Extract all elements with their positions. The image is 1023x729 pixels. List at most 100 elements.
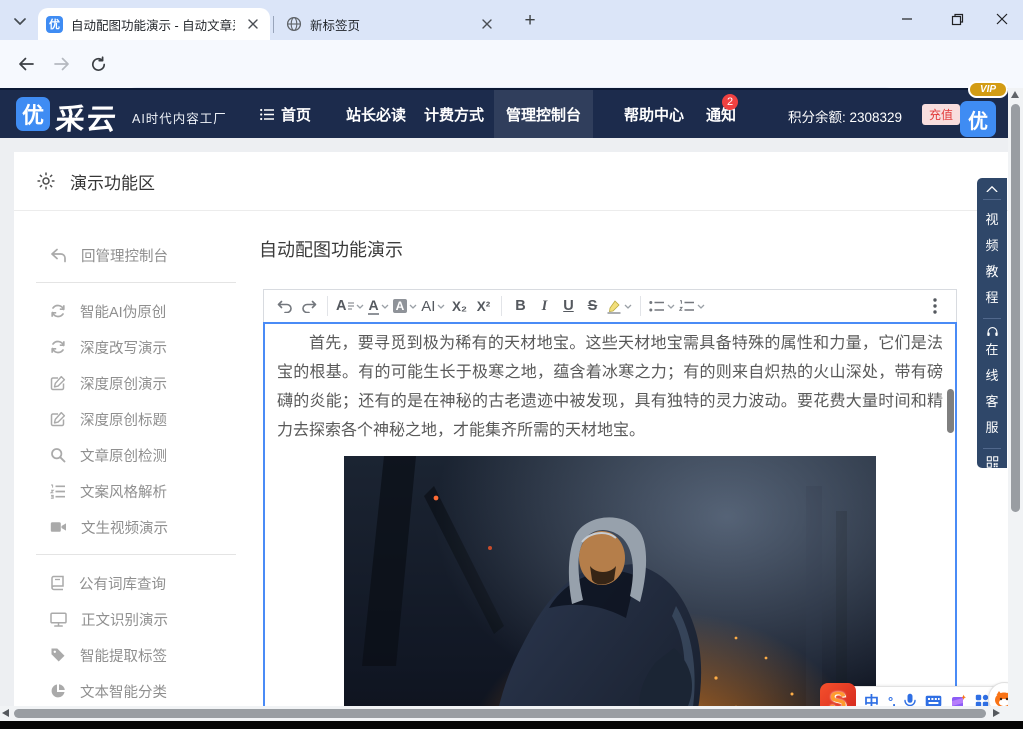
chevron-down-icon bbox=[437, 304, 445, 309]
tab-new-tab-page[interactable]: 新标签页 bbox=[278, 8, 504, 40]
recharge-button[interactable]: 充值 bbox=[922, 104, 960, 125]
nav-item-help[interactable]: 帮助中心 bbox=[612, 90, 696, 138]
sidebar-item-ai-rewrite[interactable]: 智能AI伪原创 bbox=[36, 293, 246, 329]
sidebar-item-deep-original[interactable]: 深度原创演示 bbox=[36, 365, 246, 401]
nav-item-notifications[interactable]: 通知 bbox=[694, 90, 748, 138]
pie-chart-icon bbox=[50, 683, 66, 699]
nav-item-pricing[interactable]: 计费方式 bbox=[412, 90, 496, 138]
section-header: 演示功能区 bbox=[14, 152, 1008, 211]
editor-scrollbar-thumb[interactable] bbox=[947, 389, 954, 433]
font-color-button[interactable]: A bbox=[366, 293, 390, 319]
tab-title: 新标签页 bbox=[310, 15, 360, 34]
horizontal-scrollbar-thumb[interactable] bbox=[14, 709, 986, 718]
sidebar-item-style-analysis[interactable]: 文案风格解析 bbox=[36, 473, 246, 509]
letter-case-button[interactable]: AI bbox=[419, 293, 447, 319]
book-icon bbox=[50, 575, 65, 591]
sidebar-divider bbox=[36, 282, 236, 283]
numbered-list-icon bbox=[679, 300, 695, 313]
bullet-list-button[interactable] bbox=[647, 293, 677, 319]
nav-item-console[interactable]: 管理控制台 bbox=[494, 90, 593, 138]
highlighter-icon bbox=[606, 299, 622, 314]
sidebar-item-text-to-video[interactable]: 文生视频演示 bbox=[36, 509, 246, 545]
sidebar-item-content-recognition[interactable]: 正文识别演示 bbox=[36, 601, 246, 637]
chevron-down-icon bbox=[356, 304, 364, 309]
superscript-button[interactable]: X² bbox=[471, 293, 495, 319]
back-button[interactable] bbox=[14, 52, 38, 76]
sidebar-item-extract-tags[interactable]: 智能提取标签 bbox=[36, 637, 246, 673]
section-title: 演示功能区 bbox=[70, 169, 155, 194]
forward-button[interactable] bbox=[50, 52, 74, 76]
toolbar-overflow-button[interactable] bbox=[923, 293, 947, 319]
strikethrough-button[interactable]: S bbox=[580, 293, 604, 319]
article-paragraph[interactable]: 首先，要寻觅到极为稀有的天材地宝。这些天材地宝需具备特殊的属性和力量，它们是法宝… bbox=[277, 329, 943, 445]
new-tab-button[interactable]: + bbox=[518, 9, 542, 33]
bold-button[interactable]: B bbox=[508, 293, 532, 319]
tab-close-icon[interactable] bbox=[478, 15, 496, 33]
headset-icon[interactable] bbox=[985, 326, 1000, 337]
underline-button[interactable]: U bbox=[556, 293, 580, 319]
sidebar-item-deep-rewrite[interactable]: 深度改写演示 bbox=[36, 329, 246, 365]
sidebar-item-originality-check[interactable]: 文章原创检测 bbox=[36, 437, 246, 473]
sidebar-item-public-lexicon[interactable]: 公有词库查询 bbox=[36, 565, 246, 601]
globe-icon bbox=[286, 16, 302, 32]
scroll-up-arrow[interactable] bbox=[1011, 91, 1019, 98]
numbered-list-button[interactable] bbox=[677, 293, 707, 319]
vertical-scrollbar-thumb[interactable] bbox=[1011, 104, 1020, 512]
horizontal-scrollbar[interactable] bbox=[0, 706, 1008, 721]
qr-code-icon[interactable] bbox=[985, 456, 1000, 468]
tab-separator bbox=[273, 16, 274, 33]
lines-glyph bbox=[348, 302, 354, 310]
chevron-up-icon[interactable] bbox=[985, 186, 999, 192]
window-minimize-button[interactable] bbox=[886, 0, 928, 38]
tab-search-chevron-icon[interactable] bbox=[8, 9, 32, 33]
reply-icon bbox=[50, 248, 67, 263]
tag-icon bbox=[50, 647, 66, 663]
chevron-down-icon bbox=[381, 304, 389, 309]
subscript-button[interactable]: X₂ bbox=[447, 293, 471, 319]
credits-balance: 积分余额: 2308329 bbox=[788, 106, 902, 126]
site-tagline: AI时代内容工厂 bbox=[132, 108, 227, 127]
undo-button[interactable] bbox=[273, 293, 297, 319]
search-icon bbox=[50, 447, 66, 463]
italic-button[interactable]: I bbox=[532, 293, 556, 319]
sidebar-item-original-title[interactable]: 深度原创标题 bbox=[36, 401, 246, 437]
article-image[interactable] bbox=[344, 456, 876, 712]
scroll-right-arrow[interactable] bbox=[993, 709, 1000, 717]
sidebar-item-text-classification[interactable]: 文本智能分类 bbox=[36, 673, 246, 709]
user-avatar[interactable]: 优 bbox=[960, 101, 996, 137]
video-tutorial-link[interactable]: 视频教程 bbox=[984, 207, 1000, 311]
refresh-icon bbox=[50, 303, 66, 319]
editor-content[interactable]: 首先，要寻觅到极为稀有的天材地宝。这些天材地宝需具备特殊的属性和力量，它们是法宝… bbox=[263, 322, 957, 712]
edit-icon bbox=[50, 411, 66, 427]
online-service-link[interactable]: 在线客服 bbox=[984, 337, 1000, 441]
bullet-list-icon bbox=[649, 300, 665, 313]
chevron-down-icon bbox=[409, 304, 417, 309]
highlight-color-button[interactable]: A bbox=[391, 293, 420, 319]
tab-close-icon[interactable] bbox=[244, 15, 262, 33]
font-style-button[interactable]: A bbox=[334, 293, 366, 319]
gear-icon bbox=[36, 171, 56, 191]
chevron-down-icon bbox=[667, 304, 675, 309]
notification-badge: 2 bbox=[722, 94, 738, 110]
redo-button[interactable] bbox=[297, 293, 321, 319]
tab-active[interactable]: 优 自动配图功能演示 - 自动文章采 bbox=[38, 8, 270, 40]
nav-item-home[interactable]: 首页 bbox=[248, 90, 323, 138]
reload-button[interactable] bbox=[86, 52, 110, 76]
site-logo-text[interactable]: 采云 bbox=[54, 96, 120, 138]
edit-icon bbox=[50, 375, 66, 391]
video-icon bbox=[50, 520, 67, 534]
ordered-list-icon bbox=[50, 484, 66, 499]
site-logo-badge[interactable]: 优 bbox=[16, 97, 50, 131]
page-title: 自动配图功能演示 bbox=[259, 236, 403, 262]
floating-side-panel: 视频教程 在线客服 bbox=[977, 178, 1007, 468]
scroll-left-arrow[interactable] bbox=[2, 709, 9, 717]
vertical-scrollbar[interactable] bbox=[1008, 88, 1023, 722]
chevron-down-icon bbox=[624, 304, 632, 309]
window-restore-button[interactable] bbox=[936, 0, 978, 38]
site-favicon: 优 bbox=[46, 16, 63, 33]
highlighter-pen-button[interactable] bbox=[604, 293, 634, 319]
list-icon bbox=[260, 108, 275, 121]
sidebar-item-back-console[interactable]: 回管理控制台 bbox=[36, 237, 246, 273]
window-close-button[interactable] bbox=[981, 0, 1023, 38]
nav-item-must-read[interactable]: 站长必读 bbox=[334, 90, 418, 138]
